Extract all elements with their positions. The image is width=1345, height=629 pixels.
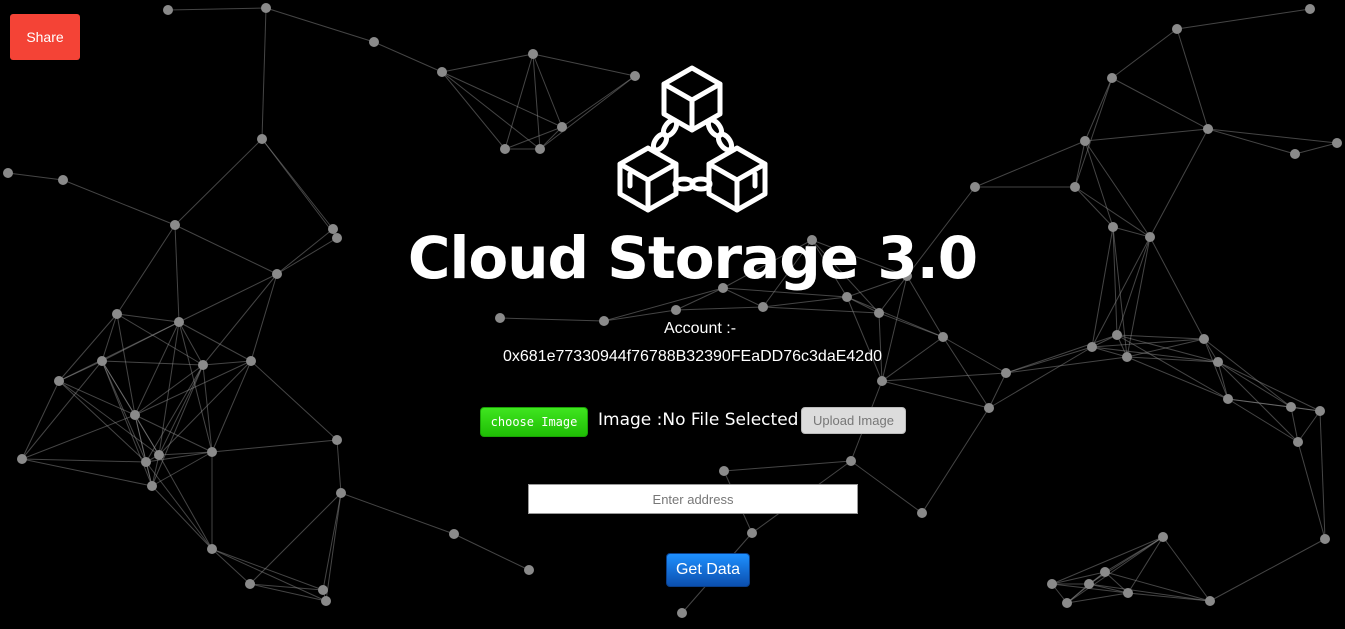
- upload-image-button[interactable]: Upload Image: [801, 407, 906, 434]
- account-address: 0x681e77330944f76788B32390FEaDD76c3daE42…: [503, 348, 882, 365]
- blockchain-cubes-icon: [617, 65, 768, 213]
- choose-image-button[interactable]: choose Image: [480, 407, 588, 437]
- file-status-text: Image :No File Selected: [598, 410, 799, 430]
- page-title: Cloud Storage 3.0: [407, 224, 978, 292]
- get-data-button[interactable]: Get Data: [666, 553, 750, 587]
- account-label: Account :-: [663, 320, 737, 337]
- share-button[interactable]: Share: [10, 14, 80, 60]
- address-input[interactable]: [528, 484, 858, 514]
